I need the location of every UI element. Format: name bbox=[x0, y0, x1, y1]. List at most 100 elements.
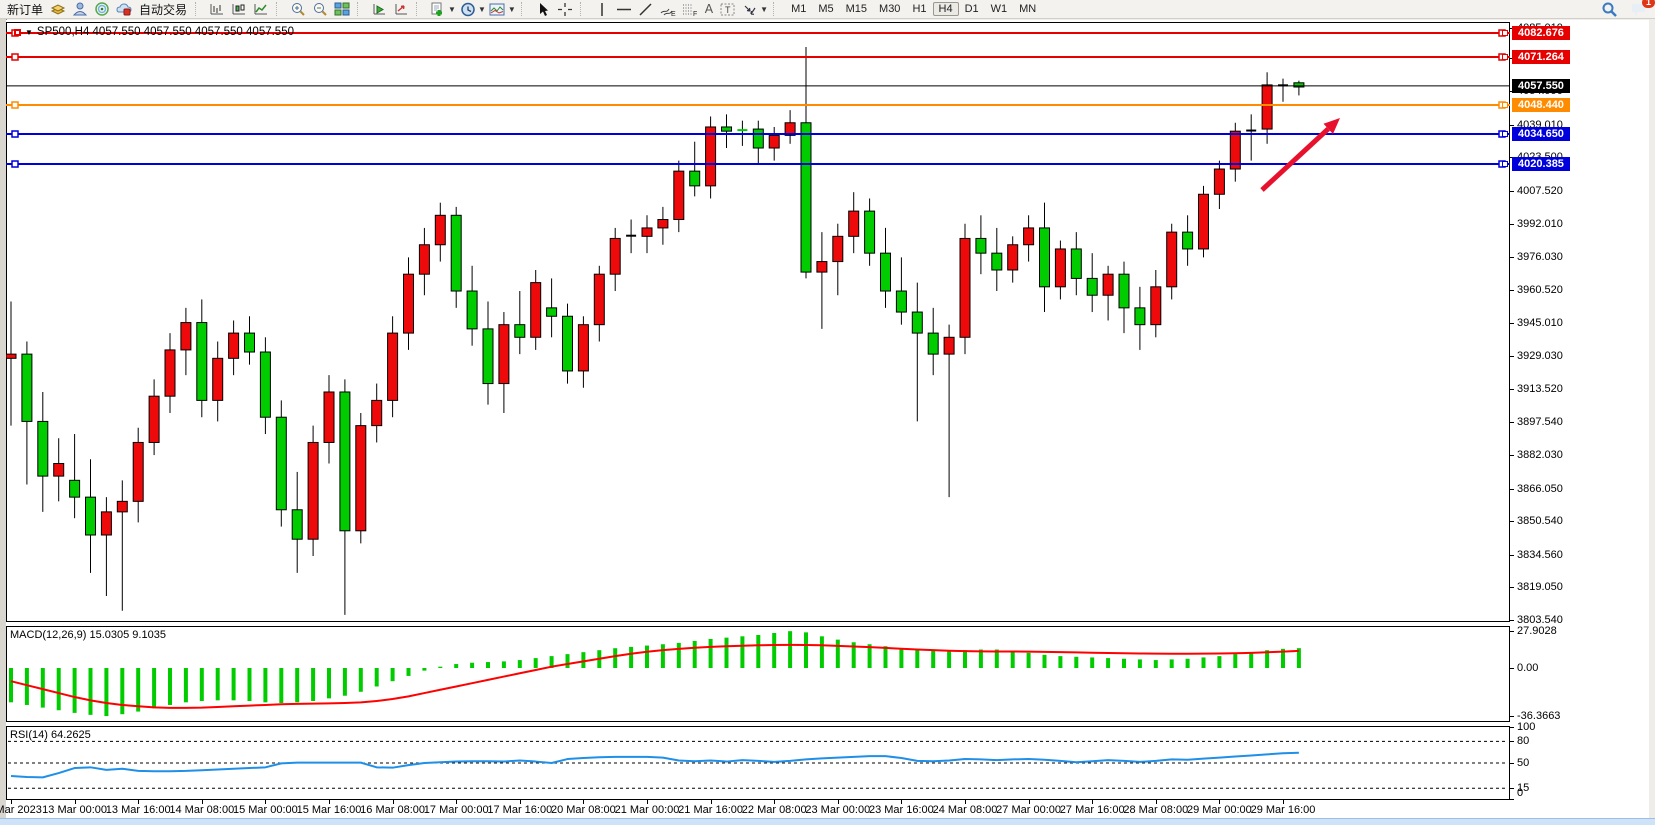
macd-bar bbox=[645, 646, 649, 668]
timeframe-m5[interactable]: M5 bbox=[812, 2, 839, 16]
macd-bar bbox=[629, 647, 633, 668]
line-left-handle[interactable] bbox=[12, 131, 18, 137]
search-icon[interactable] bbox=[1599, 1, 1619, 17]
time-label: 17 Mar 00:00 bbox=[424, 804, 489, 816]
line-end-handle[interactable] bbox=[1502, 102, 1508, 108]
line-end-handle[interactable] bbox=[1502, 161, 1508, 167]
line-handle-icon[interactable] bbox=[14, 29, 21, 36]
candle bbox=[1103, 266, 1113, 321]
trend-arrow-object[interactable] bbox=[1262, 129, 1328, 190]
timeframe-mn[interactable]: MN bbox=[1013, 2, 1042, 16]
periods-clock-icon[interactable] bbox=[458, 1, 478, 17]
bar-chart-icon[interactable] bbox=[207, 1, 227, 17]
channel-letter: E bbox=[671, 11, 676, 17]
timeframe-h1[interactable]: H1 bbox=[906, 2, 932, 16]
vertical-line-icon[interactable] bbox=[592, 1, 612, 17]
window-right-edge bbox=[1649, 19, 1655, 825]
candle bbox=[1008, 236, 1018, 282]
candle bbox=[515, 291, 525, 354]
candle bbox=[467, 266, 477, 346]
candle bbox=[86, 459, 96, 573]
arrows-tool-icon[interactable] bbox=[740, 1, 760, 17]
rsi-tick-mark bbox=[1510, 763, 1514, 764]
crosshair-icon[interactable] bbox=[555, 1, 575, 17]
strategy-stop-icon[interactable] bbox=[391, 1, 411, 17]
candle bbox=[181, 308, 191, 375]
line-left-handle[interactable] bbox=[12, 54, 18, 60]
horizontal-line-icon[interactable] bbox=[614, 1, 634, 17]
macd-tick-mark bbox=[1510, 716, 1514, 717]
tile-windows-icon[interactable] bbox=[332, 1, 352, 17]
trendline-icon[interactable] bbox=[636, 1, 656, 17]
rsi-tick-label: 50 bbox=[1517, 757, 1529, 769]
timeframe-w1[interactable]: W1 bbox=[985, 2, 1014, 16]
time-label: 21 Mar 16:00 bbox=[678, 804, 743, 816]
status-strip bbox=[0, 818, 1655, 825]
candle bbox=[483, 302, 493, 405]
macd-bar bbox=[963, 650, 967, 668]
periods-dropdown[interactable]: ▼ bbox=[478, 5, 486, 14]
candle bbox=[22, 341, 32, 484]
timeframe-d1[interactable]: D1 bbox=[959, 2, 985, 16]
macd-bar bbox=[9, 668, 13, 702]
macd-bar bbox=[1074, 657, 1078, 668]
candlestick-chart-icon[interactable] bbox=[229, 1, 249, 17]
rsi-canvas[interactable] bbox=[6, 726, 1510, 800]
macd-bar bbox=[295, 668, 299, 702]
navigator-icon[interactable] bbox=[70, 1, 90, 17]
macd-bar bbox=[613, 648, 617, 668]
template-dropdown[interactable]: ▼ bbox=[508, 5, 516, 14]
price-tick-mark bbox=[1510, 356, 1514, 357]
line-left-handle[interactable] bbox=[12, 102, 18, 108]
autotrade-button[interactable]: 自动交易 bbox=[136, 1, 190, 18]
new-order-button[interactable]: 新订单 bbox=[4, 1, 46, 18]
time-label: 14 Mar 08:00 bbox=[169, 804, 234, 816]
macd-canvas[interactable] bbox=[6, 626, 1510, 722]
timeframe-group: M1M5M15M30H1H4D1W1MN bbox=[785, 2, 1042, 16]
rsi-label: RSI(14) 64.2625 bbox=[10, 729, 91, 741]
signal-icon[interactable] bbox=[92, 1, 112, 17]
line-end-handle[interactable] bbox=[1502, 131, 1508, 137]
line-end-handle[interactable] bbox=[1502, 54, 1508, 60]
macd-bar bbox=[470, 663, 474, 668]
zoom-in-icon[interactable] bbox=[288, 1, 308, 17]
macd-bar bbox=[311, 668, 315, 701]
line-left-handle[interactable] bbox=[12, 161, 18, 167]
candle bbox=[626, 220, 636, 254]
channel-icon[interactable]: E bbox=[658, 1, 678, 17]
timeframe-m1[interactable]: M1 bbox=[785, 2, 812, 16]
chevron-down-icon[interactable]: ▼ bbox=[25, 28, 33, 37]
macd-bar bbox=[1090, 657, 1094, 668]
price-line-badge: 4020.385 bbox=[1512, 157, 1570, 171]
macd-bar bbox=[677, 643, 681, 668]
macd-bar bbox=[279, 668, 283, 703]
fibonacci-icon[interactable]: F bbox=[680, 1, 700, 17]
chat-icon[interactable]: 1 bbox=[1629, 1, 1649, 17]
new-chart-icon[interactable] bbox=[428, 1, 448, 17]
timeframe-m30[interactable]: M30 bbox=[873, 2, 906, 16]
macd-signal-line bbox=[11, 645, 1299, 708]
text-label-tool[interactable]: T bbox=[718, 1, 738, 17]
text-tool[interactable]: A bbox=[702, 2, 716, 16]
line-chart-icon[interactable] bbox=[251, 1, 271, 17]
template-icon[interactable] bbox=[488, 1, 508, 17]
price-tick-mark bbox=[1510, 224, 1514, 225]
price-chart-canvas[interactable] bbox=[6, 22, 1510, 622]
price-tick-mark bbox=[1510, 191, 1514, 192]
macd-bar bbox=[1217, 656, 1221, 668]
timeframe-m15[interactable]: M15 bbox=[840, 2, 873, 16]
zoom-out-icon[interactable] bbox=[310, 1, 330, 17]
line-end-handle[interactable] bbox=[1502, 30, 1508, 36]
strategy-play-icon[interactable] bbox=[369, 1, 389, 17]
candle bbox=[578, 316, 588, 388]
timeframe-h4[interactable]: H4 bbox=[933, 2, 959, 16]
autotrade-icon[interactable] bbox=[114, 1, 134, 17]
price-line-badge: 4071.264 bbox=[1512, 50, 1570, 64]
market-watch-icon[interactable] bbox=[48, 1, 68, 17]
candle bbox=[1087, 253, 1097, 312]
macd-bar bbox=[1249, 652, 1253, 668]
candle bbox=[531, 270, 541, 350]
new-chart-dropdown[interactable]: ▼ bbox=[448, 5, 456, 14]
arrows-dropdown[interactable]: ▼ bbox=[760, 5, 768, 14]
cursor-icon[interactable] bbox=[533, 1, 553, 17]
